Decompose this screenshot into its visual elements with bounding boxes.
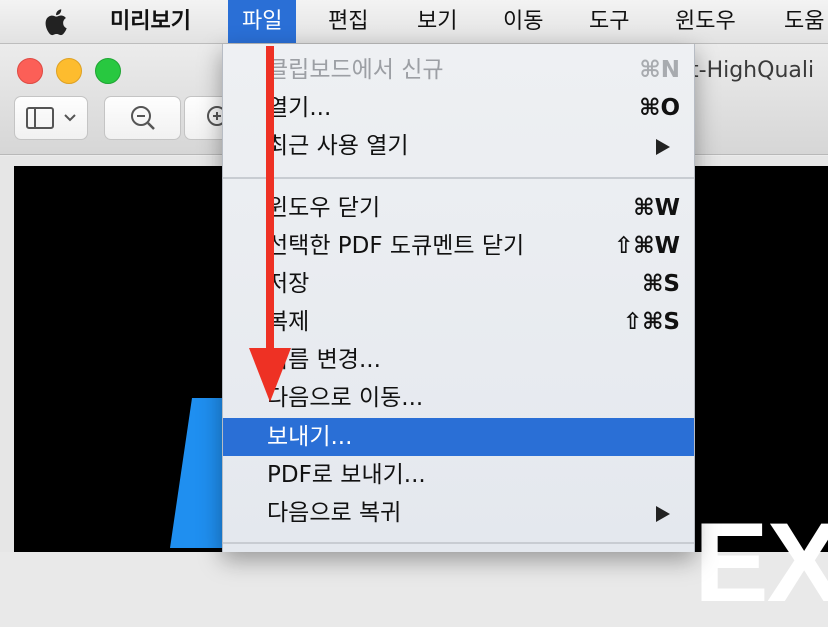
submenu-arrow-icon [656, 506, 670, 522]
submenu-arrow-icon [656, 139, 670, 155]
zoom-out-button[interactable] [104, 96, 181, 140]
menu-file[interactable]: 파일 [228, 0, 297, 43]
menu-item-export-as-pdf[interactable]: PDF로 보내기... [223, 456, 694, 494]
window-title: t-HighQuali [690, 58, 815, 83]
shortcut-label: ⌘N [639, 57, 680, 83]
menu-item-export[interactable]: 보내기... [223, 418, 694, 456]
file-menu-dropdown: 클립보드에서 신규 ⌘N 열기... ⌘O 최근 사용 열기 윈도우 닫기 ⌘W… [222, 44, 695, 552]
menu-item-open-recent[interactable]: 최근 사용 열기 [223, 127, 694, 165]
zoom-in-button[interactable] [184, 96, 227, 140]
apple-icon[interactable] [41, 7, 69, 37]
menu-help[interactable]: 도움 [770, 0, 828, 43]
menu-item-duplicate[interactable]: 복제 ⇧⌘S [223, 303, 694, 341]
zoom-window-button[interactable] [95, 58, 121, 84]
minimize-window-button[interactable] [56, 58, 82, 84]
blue-shape-graphic [170, 398, 230, 548]
menu-tools[interactable]: 도구 [575, 0, 643, 43]
menu-view[interactable]: 보기 [403, 0, 471, 43]
menu-item-label: 최근 사용 열기 [267, 133, 409, 159]
menu-item-new-from-clipboard[interactable]: 클립보드에서 신규 ⌘N [223, 51, 694, 89]
document-heading-text: EXI [694, 500, 828, 625]
menu-item-save[interactable]: 저장 ⌘S [223, 265, 694, 303]
menu-separator [223, 177, 694, 179]
menu-separator [223, 542, 694, 544]
sidebar-toggle-button[interactable] [14, 96, 88, 140]
menu-item-label: 보내기... [267, 424, 353, 450]
menu-item-revert-to[interactable]: 다음으로 복귀 [223, 494, 694, 532]
menu-item-label: 복제 [267, 309, 310, 335]
menu-item-label: 윈도우 닫기 [267, 195, 381, 221]
menu-item-label: 열기... [267, 95, 332, 121]
menu-item-label: PDF로 보내기... [267, 462, 426, 488]
zoom-in-icon [207, 106, 227, 126]
shortcut-label: ⌘O [639, 95, 680, 121]
sidebar-icon [26, 107, 76, 129]
menu-item-close-window[interactable]: 윈도우 닫기 ⌘W [223, 189, 694, 227]
menu-item-open[interactable]: 열기... ⌘O [223, 89, 694, 127]
menu-item-label: 이름 변경... [267, 347, 381, 373]
menu-window[interactable]: 윈도우 [661, 0, 750, 43]
shortcut-label: ⇧⌘S [622, 309, 680, 335]
close-window-button[interactable] [17, 58, 43, 84]
menu-item-close-selected-pdf[interactable]: 선택한 PDF 도큐멘트 닫기 ⇧⌘W [223, 227, 694, 265]
shortcut-label: ⌘S [642, 271, 680, 297]
menu-bar: 미리보기 파일 편집 보기 이동 도구 윈도우 도움 [0, 0, 828, 44]
menu-item-label: 클립보드에서 신규 [267, 57, 444, 83]
menu-item-move-to[interactable]: 다음으로 이동... [223, 379, 694, 417]
shortcut-label: ⌘W [633, 195, 680, 221]
menu-item-label: 다음으로 복귀 [267, 500, 402, 526]
menu-item-label: 다음으로 이동... [267, 385, 424, 411]
menu-item-label: 저장 [267, 271, 310, 297]
menu-edit[interactable]: 편집 [314, 0, 382, 43]
menu-go[interactable]: 이동 [489, 0, 557, 43]
menu-item-rename[interactable]: 이름 변경... [223, 341, 694, 379]
zoom-out-icon [131, 106, 155, 130]
shortcut-label: ⇧⌘W [614, 233, 680, 259]
menu-app-name[interactable]: 미리보기 [96, 0, 205, 43]
menu-item-label: 선택한 PDF 도큐멘트 닫기 [267, 233, 525, 259]
